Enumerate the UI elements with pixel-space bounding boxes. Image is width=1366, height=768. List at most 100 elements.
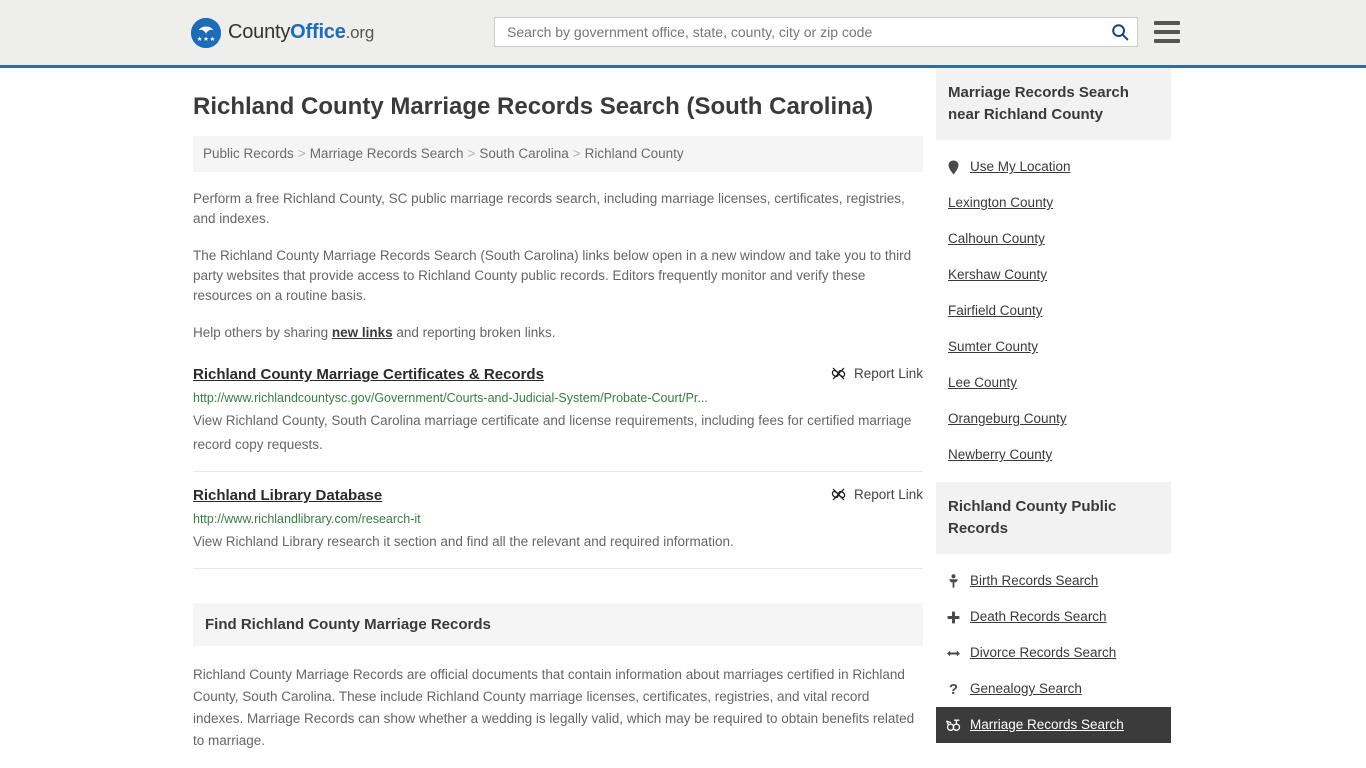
new-links-link[interactable]: new links	[332, 325, 393, 340]
use-my-location-label: Use My Location	[970, 159, 1071, 174]
intro-paragraph-2: The Richland County Marriage Records Sea…	[193, 248, 912, 303]
county-label: Sumter County	[948, 339, 1039, 354]
male-female-icon	[946, 719, 961, 732]
result-description: View Richland Library research it sectio…	[193, 534, 734, 549]
result-url: http://www.richlandcountysc.gov/Governme…	[193, 391, 708, 405]
public-records-list: Birth Records Search Death Records Searc…	[936, 563, 1171, 743]
site-logo-text: CountyOffice.org	[228, 21, 374, 44]
sidebar-item-sumter-county[interactable]: Sumter County	[936, 329, 1171, 365]
breadcrumb-separator: >	[297, 146, 306, 161]
report-link-button[interactable]: Report Link	[831, 486, 923, 502]
hamburger-menu-icon[interactable]	[1154, 21, 1180, 43]
section-paragraph: Richland County Marriage Records are off…	[193, 667, 915, 748]
list-item: Lee County	[936, 365, 1171, 401]
search-icon[interactable]	[1111, 23, 1129, 41]
sidebar-item-label: Marriage Records Search	[970, 717, 1124, 732]
sidebar-item-death-records-search[interactable]: Death Records Search	[936, 599, 1171, 635]
sidebar-item-lexington-county[interactable]: Lexington County	[936, 185, 1171, 221]
sidebar-item-fairfield-county[interactable]: Fairfield County	[936, 293, 1171, 329]
content-container: Richland County Marriage Records Search …	[188, 68, 1178, 768]
unlink-icon	[831, 366, 846, 381]
sidebar-item-kershaw-county[interactable]: Kershaw County	[936, 257, 1171, 293]
use-my-location-link[interactable]: Use My Location	[936, 149, 1171, 185]
breadcrumb-item-south-carolina[interactable]: South Carolina	[479, 146, 568, 161]
sidebar-item-genealogy-search[interactable]: ? Genealogy Search	[936, 671, 1171, 707]
sidebar-item-birth-records-search[interactable]: Birth Records Search	[936, 563, 1171, 599]
report-link-label: Report Link	[853, 487, 923, 502]
result-item: Richland Library Database Report Link ht…	[193, 472, 923, 569]
list-item: Orangeburg County	[936, 401, 1171, 437]
sidebar-item-lee-county[interactable]: Lee County	[936, 365, 1171, 401]
help-text-after: and reporting broken links.	[392, 325, 556, 340]
result-title-link[interactable]: Richland County Marriage Certificates & …	[193, 365, 544, 385]
sidebar-item-divorce-records-search[interactable]: Divorce Records Search	[936, 635, 1171, 671]
breadcrumb: Public Records > Marriage Records Search > S…	[193, 136, 923, 172]
result-description: View Richland County, South Carolina mar…	[193, 413, 912, 452]
sidebar-item-label: Death Records Search	[970, 609, 1107, 624]
report-link-button[interactable]: Report Link	[831, 365, 923, 381]
main-column: Richland County Marriage Records Search …	[193, 68, 923, 768]
sidebar-item-marriage-records-search[interactable]: Marriage Records Search	[936, 707, 1171, 743]
nearby-search-card: Marriage Records Search near Richland Co…	[936, 68, 1171, 473]
county-label: Kershaw County	[948, 267, 1048, 282]
result-item: Richland County Marriage Certificates & …	[193, 365, 923, 472]
county-label: Lee County	[948, 375, 1018, 390]
site-logo[interactable]: CountyOffice.org	[191, 17, 374, 48]
menu-bar	[1154, 30, 1180, 34]
sidebar-item-label: Divorce Records Search	[970, 645, 1117, 660]
public-records-card: Richland County Public Records Birth Rec…	[936, 482, 1171, 743]
list-item: Lexington County	[936, 185, 1171, 221]
site-header: CountyOffice.org	[0, 0, 1366, 68]
result-title-link[interactable]: Richland Library Database	[193, 486, 382, 506]
eagle-seal-icon	[191, 17, 221, 48]
list-item: Sumter County	[936, 329, 1171, 365]
breadcrumb-item-public-records[interactable]: Public Records	[203, 146, 294, 161]
breadcrumb-item-richland-county[interactable]: Richland County	[585, 146, 684, 161]
question-mark-icon: ?	[948, 680, 959, 698]
county-label: Calhoun County	[948, 231, 1045, 246]
section-body: Richland County Marriage Records are off…	[193, 664, 923, 768]
sidebar-item-calhoun-county[interactable]: Calhoun County	[936, 221, 1171, 257]
sidebar-item-orangeburg-county[interactable]: Orangeburg County	[936, 401, 1171, 437]
county-label: Fairfield County	[948, 303, 1043, 318]
help-text-before: Help others by sharing	[193, 325, 332, 340]
left-right-arrow-icon	[946, 648, 961, 659]
header-search-area	[494, 17, 1180, 47]
breadcrumb-item-marriage-records-search[interactable]: Marriage Records Search	[310, 146, 464, 161]
breadcrumb-separator: >	[467, 146, 476, 161]
result-url: http://www.richlandlibrary.com/research-…	[193, 512, 421, 526]
menu-bar	[1154, 39, 1180, 43]
list-item: Marriage Records Search	[936, 707, 1171, 743]
infant-icon	[946, 574, 961, 588]
logo-text-office: Office	[290, 21, 346, 43]
section-heading: Find Richland County Marriage Records	[193, 603, 923, 646]
breadcrumb-separator: >	[572, 146, 581, 161]
county-label: Orangeburg County	[948, 411, 1067, 426]
result-header: Richland Library Database Report Link	[193, 486, 923, 506]
county-label: Lexington County	[948, 195, 1054, 210]
search-input[interactable]	[505, 23, 1111, 41]
list-item: Use My Location	[936, 149, 1171, 185]
report-link-label: Report Link	[853, 366, 923, 381]
intro-text: Perform a free Richland County, SC publi…	[193, 189, 923, 343]
list-item: Divorce Records Search	[936, 635, 1171, 671]
nearby-search-heading: Marriage Records Search near Richland Co…	[936, 68, 1171, 140]
cross-icon	[946, 611, 961, 624]
logo-text-org: .org	[345, 23, 375, 42]
page-title: Richland County Marriage Records Search …	[193, 93, 874, 120]
intro-paragraph-1: Perform a free Richland County, SC publi…	[193, 191, 905, 226]
sidebar-item-label: Genealogy Search	[970, 681, 1082, 696]
unlink-icon	[831, 487, 846, 502]
map-pin-icon	[946, 160, 961, 175]
search-box[interactable]	[494, 17, 1138, 47]
result-list: Richland County Marriage Certificates & …	[193, 365, 923, 569]
result-header: Richland County Marriage Certificates & …	[193, 365, 923, 385]
sidebar-item-newberry-county[interactable]: Newberry County	[936, 437, 1171, 473]
list-item: Newberry County	[936, 437, 1171, 473]
logo-text-county: County	[228, 21, 291, 43]
list-item: Birth Records Search	[936, 563, 1171, 599]
page-body: Richland County Marriage Records Search …	[0, 68, 1366, 768]
county-label: Newberry County	[948, 447, 1053, 462]
